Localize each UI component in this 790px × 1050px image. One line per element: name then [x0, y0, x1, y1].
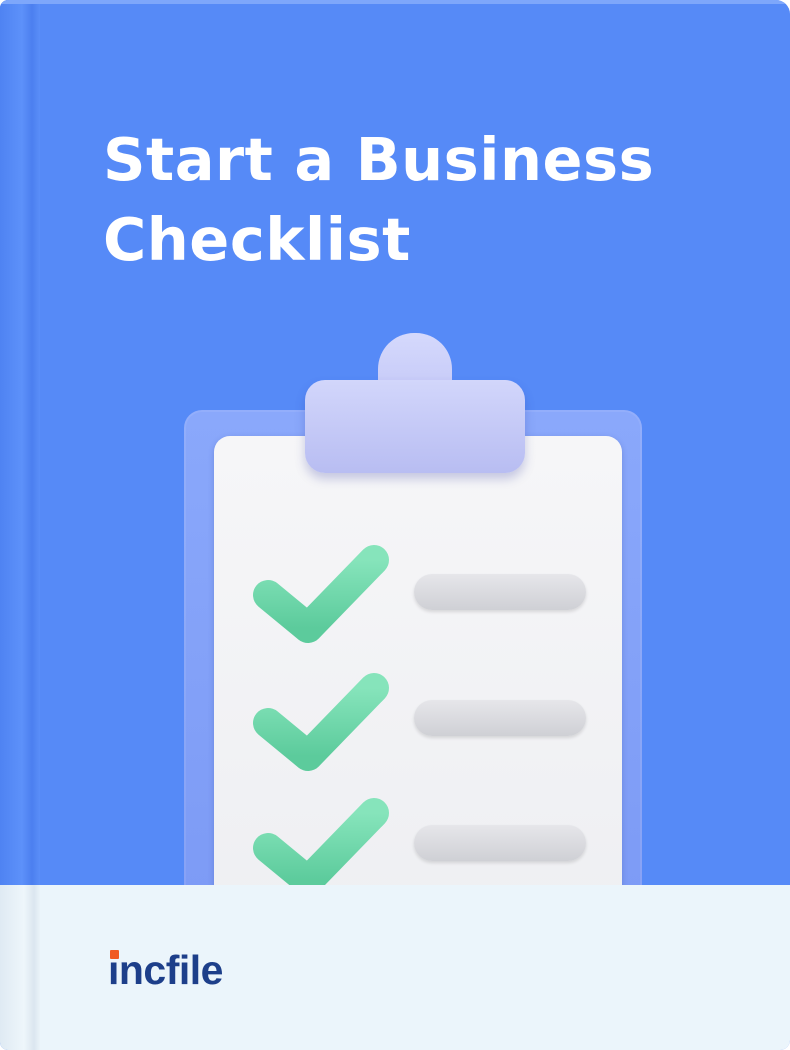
checklist-line [414, 700, 586, 736]
clipboard-clip [305, 380, 525, 473]
checklist-line [414, 825, 586, 861]
checklist-line [414, 574, 586, 610]
cover-top-edge [0, 0, 790, 4]
cover-title-line-1: Start a Business [103, 125, 655, 194]
cover-title-line-2: Checklist [103, 205, 411, 274]
checkmark-icon [253, 673, 389, 771]
book-cover: Start a Business Checklist incfile [0, 0, 790, 1050]
cover-title: Start a Business Checklist [103, 120, 743, 280]
incfile-logo: incfile [108, 947, 223, 993]
checkmark-icon [253, 545, 389, 643]
incfile-logo-dot [110, 950, 119, 959]
book-spine-lower [0, 885, 40, 1050]
